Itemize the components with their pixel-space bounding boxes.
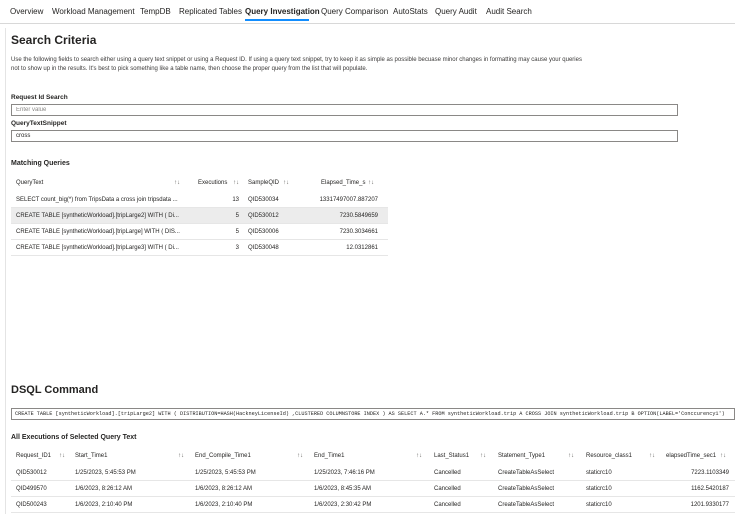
dsql-command-text[interactable]: CREATE TABLE [syntheticWorkload].[tripLa…	[11, 408, 735, 420]
table-row[interactable]: CREATE TABLE [syntheticWorkload].[tripLa…	[11, 240, 388, 256]
last-status-cell: Cancelled	[434, 502, 461, 508]
executions-cell: 13	[232, 197, 239, 203]
sort-arrows-icon[interactable]: ↑↓	[297, 448, 303, 464]
table-row[interactable]: SELECT count_big(*) from TripsData a cro…	[11, 192, 388, 208]
statement-type-cell: CreateTableAsSelect	[498, 502, 555, 508]
elapsed-time-cell: 13317497007.887207	[319, 197, 378, 203]
sort-arrows-icon[interactable]: ↑↓	[568, 448, 574, 464]
column-header-request-id[interactable]: Request_ID1	[16, 448, 56, 464]
matching-queries-title: Matching Queries	[11, 160, 70, 167]
query-snippet-label: QueryTextSnippet	[11, 120, 67, 127]
start-time-cell: 1/25/2023, 5:45:53 PM	[75, 470, 136, 476]
statement-type-cell: CreateTableAsSelect	[498, 486, 555, 492]
end-compile-time-cell: 1/6/2023, 2:10:40 PM	[195, 502, 253, 508]
sample-qid-cell: QID530012	[248, 213, 279, 219]
table-header: Request_ID1 ↑↓ Start_Time1 ↑↓ End_Compil…	[11, 448, 735, 464]
resource-class-cell: staticrc10	[586, 502, 612, 508]
tab-replicated-tables[interactable]: Replicated Tables	[179, 7, 242, 16]
search-description: Use the following fields to search eithe…	[11, 57, 582, 72]
active-tab-indicator	[245, 19, 309, 21]
last-status-cell: Cancelled	[434, 486, 461, 492]
executions-cell: 5	[235, 229, 239, 235]
column-header-executions[interactable]: Executions	[198, 175, 238, 191]
end-compile-time-cell: 1/6/2023, 8:26:12 AM	[195, 486, 253, 492]
start-time-cell: 1/6/2023, 2:10:40 PM	[75, 502, 133, 508]
table-header: QueryText ↑↓ Executions ↑↓ SampleQID ↑↓ …	[11, 175, 388, 191]
last-status-cell: Cancelled	[434, 470, 461, 476]
query-snippet-input[interactable]	[11, 130, 678, 142]
query-text-cell: CREATE TABLE [syntheticWorkload].[tripLa…	[16, 245, 179, 251]
query-text-cell: SELECT count_big(*) from TripsData a cro…	[16, 197, 178, 203]
executions-cell: 3	[235, 245, 239, 251]
end-time-cell: 1/6/2023, 2:30:42 PM	[314, 502, 372, 508]
sample-qid-cell: QID530006	[248, 229, 279, 235]
tab-query-investigation[interactable]: Query Investigation	[245, 7, 320, 16]
sort-arrows-icon[interactable]: ↑↓	[178, 448, 184, 464]
search-criteria-title: Search Criteria	[11, 33, 97, 47]
elapsed-time-cell: 7223.1103349	[691, 470, 729, 476]
tab-audit-search[interactable]: Audit Search	[486, 7, 532, 16]
request-id-cell: QID499570	[16, 486, 47, 492]
sort-arrows-icon[interactable]: ↑↓	[174, 175, 180, 191]
sort-arrows-icon[interactable]: ↑↓	[283, 175, 289, 191]
request-id-input[interactable]	[11, 104, 678, 116]
tab-workload-management[interactable]: Workload Management	[52, 7, 135, 16]
column-header-end-compile-time[interactable]: End_Compile_Time1	[195, 448, 265, 464]
tab-bar: Overview Workload Management TempDB Repl…	[0, 0, 735, 24]
start-time-cell: 1/6/2023, 8:26:12 AM	[75, 486, 133, 492]
request-id-cell: QID500243	[16, 502, 47, 508]
query-text-cell: CREATE TABLE [syntheticWorkload].[tripLa…	[16, 213, 179, 219]
query-text-cell: CREATE TABLE [syntheticWorkload].[tripLa…	[16, 229, 180, 235]
elapsed-time-cell: 1162.5420187	[691, 486, 729, 492]
tab-bar-divider	[0, 23, 735, 24]
column-header-elapsed-time-sec[interactable]: elapsedTime_sec1	[666, 448, 721, 464]
tab-tempdb[interactable]: TempDB	[140, 7, 171, 16]
column-header-start-time[interactable]: Start_Time1	[75, 448, 125, 464]
matching-queries-table: QueryText ↑↓ Executions ↑↓ SampleQID ↑↓ …	[11, 175, 388, 259]
table-row[interactable]: QID499570 1/6/2023, 8:26:12 AM 1/6/2023,…	[11, 481, 735, 497]
sample-qid-cell: QID530048	[248, 245, 279, 251]
end-compile-time-cell: 1/25/2023, 5:45:53 PM	[195, 470, 256, 476]
executions-cell: 5	[235, 213, 239, 219]
end-time-cell: 1/6/2023, 8:45:35 AM	[314, 486, 372, 492]
column-header-statement-type[interactable]: Statement_Type1	[498, 448, 558, 464]
request-id-cell: QID530012	[16, 470, 47, 476]
resource-class-cell: staticrc10	[586, 470, 612, 476]
column-header-resource-class[interactable]: Resource_class1	[586, 448, 641, 464]
dsql-command-title: DSQL Command	[11, 384, 99, 396]
tab-query-comparison[interactable]: Query Comparison	[321, 7, 388, 16]
sort-arrows-icon[interactable]: ↑↓	[368, 175, 374, 191]
table-row-selected[interactable]: CREATE TABLE [syntheticWorkload].[tripLa…	[11, 208, 388, 224]
elapsed-time-cell: 1201.9330177	[690, 502, 729, 508]
table-row[interactable]: QID500243 1/6/2023, 2:10:40 PM 1/6/2023,…	[11, 497, 735, 513]
tab-query-audit[interactable]: Query Audit	[435, 7, 477, 16]
elapsed-time-cell: 7230.5849659	[339, 213, 378, 219]
elapsed-time-cell: 7230.3034661	[339, 229, 378, 235]
sort-arrows-icon[interactable]: ↑↓	[720, 448, 726, 464]
sample-qid-cell: QID530034	[248, 197, 279, 203]
column-header-end-time[interactable]: End_Time1	[314, 448, 364, 464]
sort-arrows-icon[interactable]: ↑↓	[480, 448, 486, 464]
column-header-querytext[interactable]: QueryText	[16, 175, 126, 191]
sort-arrows-icon[interactable]: ↑↓	[649, 448, 655, 464]
sort-arrows-icon[interactable]: ↑↓	[59, 448, 65, 464]
column-header-last-status[interactable]: Last_Status1	[434, 448, 479, 464]
sort-arrows-icon[interactable]: ↑↓	[233, 175, 239, 191]
table-row[interactable]: QID530012 1/25/2023, 5:45:53 PM 1/25/202…	[11, 465, 735, 481]
sort-arrows-icon[interactable]: ↑↓	[416, 448, 422, 464]
resource-class-cell: staticrc10	[586, 486, 612, 492]
table-row[interactable]: CREATE TABLE [syntheticWorkload].[tripLa…	[11, 224, 388, 240]
left-border	[5, 28, 6, 514]
end-time-cell: 1/25/2023, 7:46:16 PM	[314, 470, 375, 476]
executions-table: Request_ID1 ↑↓ Start_Time1 ↑↓ End_Compil…	[11, 448, 735, 514]
tab-autostats[interactable]: AutoStats	[393, 7, 428, 16]
column-header-sampleqid[interactable]: SampleQID	[248, 175, 288, 191]
tab-overview[interactable]: Overview	[10, 7, 43, 16]
statement-type-cell: CreateTableAsSelect	[498, 470, 555, 476]
elapsed-time-cell: 12.0312861	[346, 245, 378, 251]
request-id-label: Request Id Search	[11, 94, 68, 101]
executions-title: All Executions of Selected Query Text	[11, 434, 137, 441]
